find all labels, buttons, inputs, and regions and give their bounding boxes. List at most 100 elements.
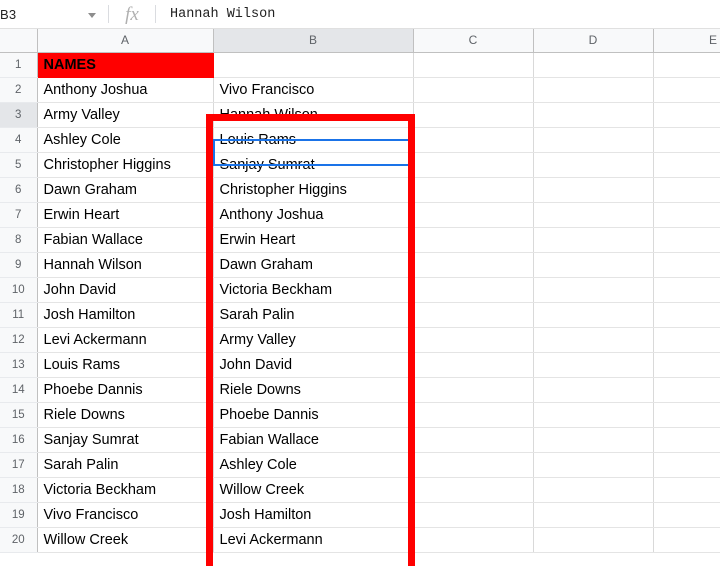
cell-B14[interactable]: Riele Downs [213,377,414,403]
cell-C18[interactable] [413,477,534,503]
row-header-7[interactable]: 7 [0,202,38,228]
cell-C20[interactable] [413,527,534,553]
cell-D8[interactable] [533,227,654,253]
cell-B19[interactable]: Josh Hamilton [213,502,414,528]
cell-C12[interactable] [413,327,534,353]
column-header-b[interactable]: B [213,29,414,53]
cell-C17[interactable] [413,452,534,478]
cell-C11[interactable] [413,302,534,328]
column-header-d[interactable]: D [533,29,654,53]
cell-D5[interactable] [533,152,654,178]
cell-E16[interactable] [653,427,720,453]
cell-E15[interactable] [653,402,720,428]
row-header-11[interactable]: 11 [0,302,38,328]
cell-A3[interactable]: Army Valley [37,102,214,128]
cell-B10[interactable]: Victoria Beckham [213,277,414,303]
cell-A11[interactable]: Josh Hamilton [37,302,214,328]
cell-E9[interactable] [653,252,720,278]
cell-E17[interactable] [653,452,720,478]
row-header-13[interactable]: 13 [0,352,38,378]
cell-B9[interactable]: Dawn Graham [213,252,414,278]
cell-D4[interactable] [533,127,654,153]
cell-E19[interactable] [653,502,720,528]
cell-B6[interactable]: Christopher Higgins [213,177,414,203]
name-box[interactable]: B3 [0,0,108,29]
row-header-19[interactable]: 19 [0,502,38,528]
cell-E2[interactable] [653,77,720,103]
cell-A15[interactable]: Riele Downs [37,402,214,428]
cell-B2[interactable]: Vivo Francisco [213,77,414,103]
cell-D7[interactable] [533,202,654,228]
cell-E7[interactable] [653,202,720,228]
cell-B16[interactable]: Fabian Wallace [213,427,414,453]
cell-B8[interactable]: Erwin Heart [213,227,414,253]
cell-C16[interactable] [413,427,534,453]
cell-D11[interactable] [533,302,654,328]
cell-C13[interactable] [413,352,534,378]
cell-B13[interactable]: John David [213,352,414,378]
cell-E1[interactable] [653,52,720,78]
cell-C15[interactable] [413,402,534,428]
column-header-a[interactable]: A [37,29,214,53]
cell-D17[interactable] [533,452,654,478]
row-header-2[interactable]: 2 [0,77,38,103]
cell-D9[interactable] [533,252,654,278]
cell-A10[interactable]: John David [37,277,214,303]
row-header-17[interactable]: 17 [0,452,38,478]
row-header-9[interactable]: 9 [0,252,38,278]
cell-C7[interactable] [413,202,534,228]
cell-B15[interactable]: Phoebe Dannis [213,402,414,428]
cell-B7[interactable]: Anthony Joshua [213,202,414,228]
cell-D20[interactable] [533,527,654,553]
column-header-e[interactable]: E [653,29,720,53]
cell-D6[interactable] [533,177,654,203]
row-header-6[interactable]: 6 [0,177,38,203]
cell-A20[interactable]: Willow Creek [37,527,214,553]
cell-A13[interactable]: Louis Rams [37,352,214,378]
cell-E8[interactable] [653,227,720,253]
cell-C14[interactable] [413,377,534,403]
cell-A6[interactable]: Dawn Graham [37,177,214,203]
cell-B18[interactable]: Willow Creek [213,477,414,503]
cell-D14[interactable] [533,377,654,403]
formula-input[interactable]: Hannah Wilson [156,0,720,29]
cell-B4[interactable]: Louis Rams [213,127,414,153]
cell-E6[interactable] [653,177,720,203]
cell-A19[interactable]: Vivo Francisco [37,502,214,528]
row-header-10[interactable]: 10 [0,277,38,303]
select-all-corner[interactable] [0,29,38,53]
cell-A17[interactable]: Sarah Palin [37,452,214,478]
row-header-18[interactable]: 18 [0,477,38,503]
cell-C8[interactable] [413,227,534,253]
cell-D18[interactable] [533,477,654,503]
cell-C4[interactable] [413,127,534,153]
cell-B1[interactable] [213,52,414,78]
chevron-down-icon[interactable] [88,12,96,18]
cell-A9[interactable]: Hannah Wilson [37,252,214,278]
cell-E3[interactable] [653,102,720,128]
cell-A14[interactable]: Phoebe Dannis [37,377,214,403]
cell-E14[interactable] [653,377,720,403]
cell-A1[interactable]: NAMES [37,52,214,78]
cell-A4[interactable]: Ashley Cole [37,127,214,153]
cell-B3[interactable]: Hannah Wilson [213,102,414,128]
cell-A12[interactable]: Levi Ackermann [37,327,214,353]
function-fx-icon[interactable]: fx [109,5,155,24]
row-header-5[interactable]: 5 [0,152,38,178]
cell-B12[interactable]: Army Valley [213,327,414,353]
cell-D19[interactable] [533,502,654,528]
row-header-8[interactable]: 8 [0,227,38,253]
row-header-12[interactable]: 12 [0,327,38,353]
cell-A5[interactable]: Christopher Higgins [37,152,214,178]
cell-E11[interactable] [653,302,720,328]
cell-D1[interactable] [533,52,654,78]
cell-E10[interactable] [653,277,720,303]
cell-C19[interactable] [413,502,534,528]
cell-D2[interactable] [533,77,654,103]
row-header-3[interactable]: 3 [0,102,38,128]
cell-E18[interactable] [653,477,720,503]
cell-E4[interactable] [653,127,720,153]
spreadsheet-grid[interactable]: A B C D E 1 NAMES 2 Anthony Joshua Vivo Fran… [0,29,720,566]
cell-A2[interactable]: Anthony Joshua [37,77,214,103]
cell-D10[interactable] [533,277,654,303]
